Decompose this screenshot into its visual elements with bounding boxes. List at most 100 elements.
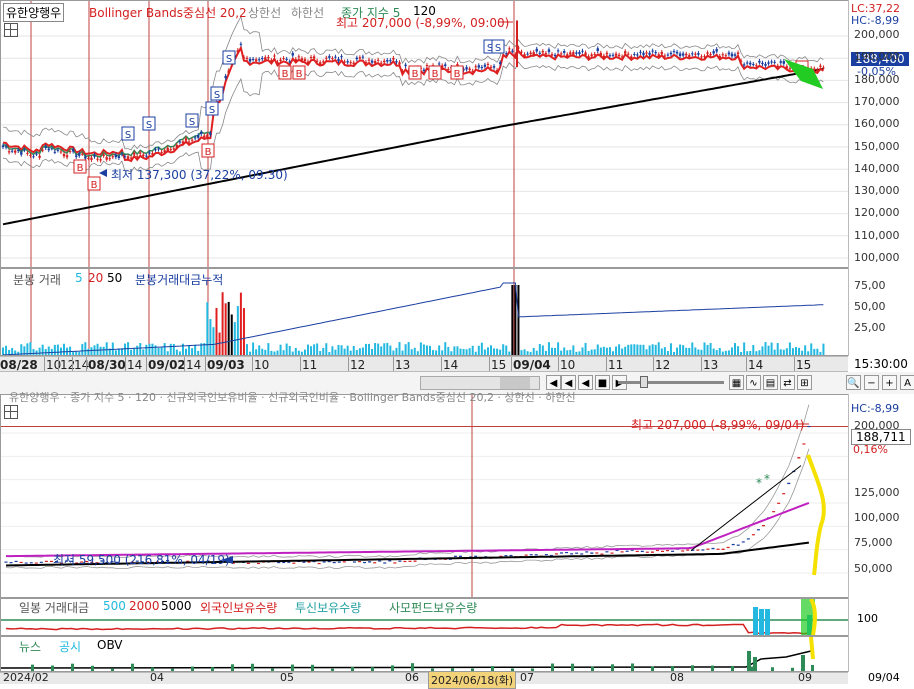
top-volume-panel[interactable]: 분봉 거래 5 20 50 분봉거래대금누적 bbox=[0, 268, 849, 356]
candle bbox=[654, 52, 657, 54]
scroll-left-icon[interactable]: ◀ bbox=[546, 375, 561, 390]
zoom-in-icon[interactable]: + bbox=[882, 375, 897, 390]
y-tick-label: 120,000 bbox=[854, 206, 900, 220]
candle-style-icon[interactable]: ▦ bbox=[729, 375, 744, 390]
disclosure-label[interactable]: 공시 bbox=[59, 638, 81, 655]
news-label[interactable]: 뉴스 bbox=[19, 638, 41, 655]
y-tick-label: 160,000 bbox=[854, 117, 900, 131]
legend-lower[interactable]: 하한선 bbox=[291, 4, 324, 21]
volume-bar bbox=[493, 348, 496, 355]
volume-bar bbox=[764, 342, 767, 355]
private-fund-holding[interactable]: 사모펀드보유수량 bbox=[389, 599, 477, 616]
volume-bar bbox=[755, 351, 758, 355]
bottom-date-axis[interactable]: 2024/02 04 05 06 2024/06/18(화) 07 08 09 bbox=[0, 671, 848, 689]
date-tick bbox=[184, 357, 185, 371]
top-date-axis[interactable]: 08/28 10 12 14 08/30 14 09/02 14 09/03 10 11 12 13 14… bbox=[0, 356, 848, 372]
candle bbox=[413, 560, 417, 562]
volume-bar bbox=[340, 345, 343, 355]
sync-icon[interactable]: ⇄ bbox=[780, 375, 795, 390]
volume-bar bbox=[572, 345, 575, 355]
volume-bar bbox=[648, 345, 651, 355]
top-price-canvas[interactable]: BBSSSBSSSBBBBBSSB bbox=[1, 1, 848, 267]
volume-bar bbox=[416, 351, 419, 355]
news-marker bbox=[691, 665, 694, 671]
zoom-out-icon[interactable]: − bbox=[864, 375, 879, 390]
bottom-news-panel[interactable]: 뉴스 공시 OBV bbox=[0, 636, 849, 672]
candle bbox=[291, 53, 294, 56]
candle bbox=[721, 54, 724, 56]
candle bbox=[248, 58, 252, 62]
date-label: 05 bbox=[280, 671, 294, 684]
volume-bar bbox=[236, 306, 239, 355]
scrollbar-thumb[interactable] bbox=[500, 377, 530, 389]
legend-upper[interactable]: 상한선 bbox=[248, 4, 281, 21]
line-style-icon[interactable]: ∿ bbox=[746, 375, 761, 390]
candle bbox=[142, 154, 145, 157]
crosshair-date-tag[interactable]: 2024/06/18(화) bbox=[428, 671, 517, 689]
trend-line bbox=[690, 465, 802, 551]
top-volume-axis[interactable]: 75,00 50,00 25,00 bbox=[848, 268, 914, 356]
top-volume-canvas[interactable] bbox=[1, 269, 848, 355]
bottom-volume-ma2[interactable]: 2000 bbox=[129, 599, 160, 613]
candle bbox=[334, 56, 337, 58]
trust-holding[interactable]: 투신보유수량 bbox=[295, 599, 361, 616]
volume-cumulative[interactable]: 분봉거래대금누적 bbox=[135, 271, 223, 288]
volume-legend-label[interactable]: 분봉 거래 bbox=[13, 271, 61, 288]
obv-label[interactable]: OBV bbox=[97, 638, 123, 652]
obv-canvas[interactable] bbox=[1, 637, 848, 671]
zoom-slider-knob[interactable] bbox=[640, 376, 648, 388]
candle bbox=[388, 560, 392, 562]
bottom-volume-label[interactable]: 일봉 거래대금 bbox=[19, 599, 89, 616]
font-size-icon[interactable]: A bbox=[900, 375, 914, 390]
candle bbox=[614, 53, 618, 56]
y-tick-label: 200,000 bbox=[854, 419, 900, 432]
date-tick bbox=[746, 357, 747, 371]
symbol-label[interactable]: 유한양행우 bbox=[3, 3, 65, 22]
news-marker bbox=[571, 663, 574, 671]
volume-bar bbox=[520, 350, 523, 355]
foreign-holding[interactable]: 외국인보유수량 bbox=[200, 599, 277, 616]
news-marker bbox=[191, 666, 194, 671]
bar-style-icon[interactable]: ▤ bbox=[763, 375, 778, 390]
candle bbox=[788, 68, 792, 70]
candle bbox=[352, 561, 356, 563]
top-price-panel[interactable]: BBSSSBSSSBBBBBSSB 유한양행우 Bollinger Bands중… bbox=[0, 0, 849, 268]
candle bbox=[523, 54, 526, 57]
volume-bar bbox=[206, 302, 209, 355]
top-time-box: 15:30:00 bbox=[848, 356, 914, 372]
grid-icon[interactable] bbox=[4, 23, 18, 37]
bottom-volume-ma3[interactable]: 5000 bbox=[161, 599, 192, 613]
volume-bar bbox=[288, 346, 291, 355]
volume-ma2[interactable]: 20 bbox=[88, 271, 103, 285]
candle bbox=[24, 562, 28, 564]
candle bbox=[4, 146, 8, 148]
zoom-slider[interactable] bbox=[618, 381, 724, 384]
bottom-volume-axis[interactable]: 100 bbox=[848, 598, 914, 636]
news-marker bbox=[251, 663, 254, 671]
bottom-volume-ma1[interactable]: 500 bbox=[103, 599, 126, 613]
candle bbox=[56, 149, 60, 151]
candle bbox=[639, 51, 642, 53]
prev-icon[interactable]: ◀ bbox=[578, 375, 593, 390]
volume-bar bbox=[538, 343, 541, 355]
legend-bollinger[interactable]: Bollinger Bands중심선 20,2 bbox=[89, 4, 247, 21]
multi-chart-icon[interactable]: ⊞ bbox=[797, 375, 812, 390]
first-icon[interactable]: ◀ bbox=[561, 375, 576, 390]
bottom-price-axis[interactable]: HC:-8,99 188,711 0,16% 200,000 125,000 100… bbox=[848, 394, 914, 598]
candle bbox=[342, 561, 346, 563]
date-label: 08/28 bbox=[0, 358, 38, 372]
grid-icon-bottom[interactable] bbox=[4, 405, 18, 419]
candle bbox=[553, 54, 557, 57]
volume-ma1[interactable]: 5 bbox=[75, 271, 83, 285]
volume-bar bbox=[96, 343, 99, 355]
search-icon[interactable]: 🔍 bbox=[846, 375, 861, 390]
candle bbox=[108, 158, 111, 160]
top-price-axis[interactable]: LC:37,22 HC:-8,99 188,400 -0,05% 200,000… bbox=[848, 0, 914, 268]
volume-bar bbox=[209, 319, 212, 355]
bottom-price-panel[interactable]: * * 유한양행우 · 종가 지수 5 · 120 · 신규외국인보유비율 · 신… bbox=[0, 391, 849, 598]
bottom-pct-badge: 0,16% bbox=[853, 443, 888, 456]
volume-ma3[interactable]: 50 bbox=[107, 271, 122, 285]
volume-bar bbox=[666, 351, 669, 355]
stop-icon[interactable]: ■ bbox=[595, 375, 610, 390]
bottom-volume-panel[interactable]: 일봉 거래대금 500 2000 5000 외국인보유수량 투신보유수량 사모펀… bbox=[0, 598, 849, 636]
